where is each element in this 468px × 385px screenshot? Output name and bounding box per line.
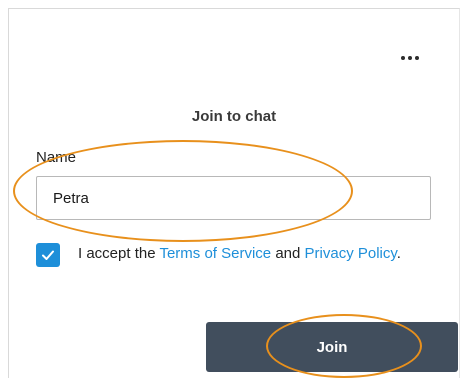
more-options-icon[interactable] bbox=[396, 48, 424, 68]
name-label: Name bbox=[36, 149, 77, 166]
form-title: Join to chat bbox=[191, 108, 277, 125]
join-button[interactable]: Join bbox=[206, 322, 458, 372]
name-input[interactable] bbox=[36, 176, 431, 220]
dot bbox=[408, 56, 412, 60]
consent-text: I accept the Terms of Service and Privac… bbox=[78, 243, 428, 265]
privacy-policy-link[interactable]: Privacy Policy bbox=[305, 245, 397, 262]
dot bbox=[401, 56, 405, 60]
check-icon bbox=[42, 250, 54, 260]
join-chat-page: Join to chat Name I accept the Terms of … bbox=[0, 0, 468, 385]
accept-terms-checkbox[interactable] bbox=[36, 243, 60, 267]
consent-prefix: I accept the bbox=[78, 245, 160, 262]
consent-suffix: . bbox=[396, 245, 401, 262]
dot bbox=[415, 56, 419, 60]
consent-middle: and bbox=[271, 245, 305, 262]
terms-of-service-link[interactable]: Terms of Service bbox=[159, 245, 271, 262]
